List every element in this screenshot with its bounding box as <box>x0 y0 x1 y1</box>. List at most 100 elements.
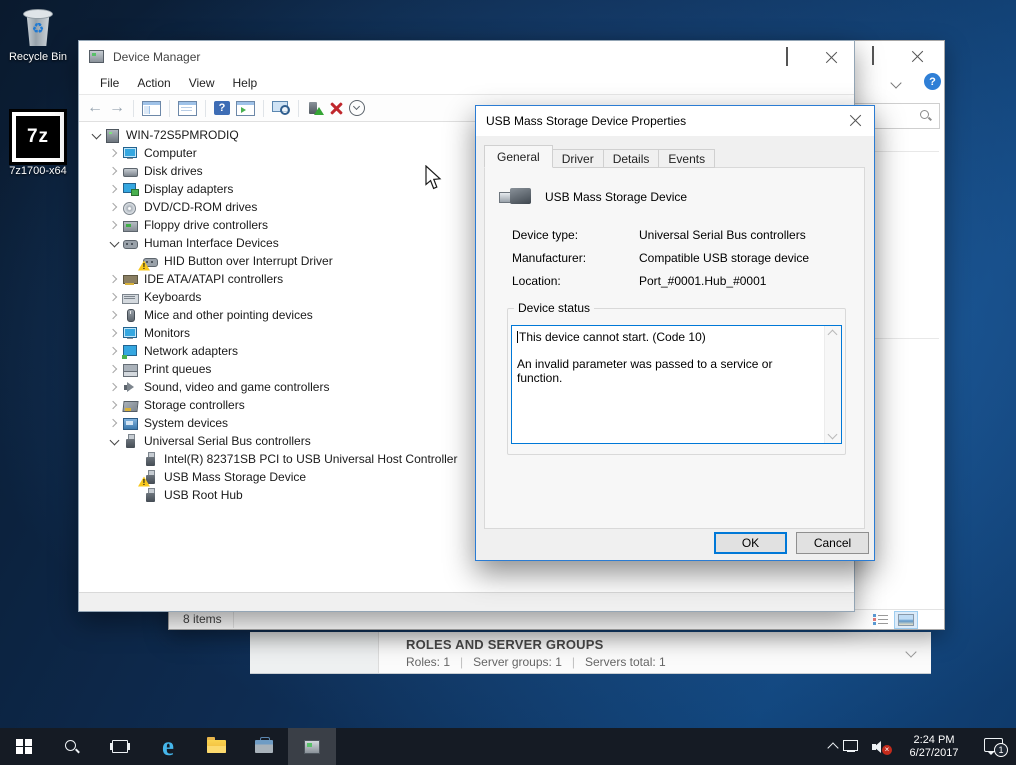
windows-logo-icon <box>16 739 32 755</box>
help-icon[interactable]: ? <box>924 73 941 90</box>
usb-device-icon <box>499 184 539 208</box>
divider <box>233 611 234 628</box>
desktop-icon-7zip-installer[interactable]: 7z 7z1700-x64 <box>6 112 70 177</box>
separator: | <box>572 655 575 669</box>
close-button[interactable] <box>809 41 854 72</box>
system-device-icon <box>122 416 139 431</box>
server-manager-button[interactable] <box>240 728 288 765</box>
expand-icon[interactable] <box>106 145 122 161</box>
roles-and-server-groups-tile: ROLES AND SERVER GROUPS Roles: 1 | Serve… <box>378 632 931 673</box>
dialog-title-bar[interactable]: USB Mass Storage Device Properties <box>476 106 874 136</box>
back-button[interactable] <box>87 100 103 116</box>
tab-events[interactable]: Events <box>658 149 715 168</box>
network-tray-button[interactable] <box>837 728 866 765</box>
task-view-button[interactable] <box>96 728 144 765</box>
desktop-icon-recycle-bin[interactable]: ♻ Recycle Bin <box>6 6 70 63</box>
action-center-button[interactable]: 1 <box>970 728 1006 765</box>
maximize-icon <box>786 48 788 66</box>
expand-icon[interactable] <box>106 271 122 287</box>
maximize-button[interactable] <box>764 41 809 72</box>
expand-icon[interactable] <box>106 199 122 215</box>
minimize-button[interactable] <box>719 41 764 72</box>
tab-driver[interactable]: Driver <box>552 149 604 168</box>
internet-explorer-button[interactable]: e <box>144 728 192 765</box>
ok-button[interactable]: OK <box>714 532 787 554</box>
collapse-icon[interactable] <box>106 433 122 449</box>
expand-icon[interactable] <box>106 307 122 323</box>
uninstall-device-button[interactable] <box>329 101 343 115</box>
menu-help[interactable]: Help <box>224 76 267 90</box>
cancel-button[interactable]: Cancel <box>796 532 869 554</box>
show-hidden-icons-button[interactable] <box>829 728 837 765</box>
expand-icon[interactable] <box>106 181 122 197</box>
dvd-drive-icon <box>122 200 139 215</box>
menu-bar: File Action View Help <box>79 72 854 95</box>
update-driver-button[interactable] <box>307 101 323 115</box>
divider <box>133 100 134 117</box>
disable-device-button[interactable] <box>349 100 365 116</box>
computer-icon <box>104 128 121 143</box>
expand-icon[interactable] <box>106 379 122 395</box>
show-console-tree-button[interactable] <box>142 101 161 116</box>
close-button[interactable] <box>895 43 940 69</box>
scroll-up-icon[interactable] <box>828 330 838 340</box>
search-icon <box>919 109 931 121</box>
ribbon-collapse-chevron-icon[interactable] <box>890 77 901 88</box>
properties-button[interactable] <box>178 101 197 116</box>
warning-badge-icon <box>138 261 150 271</box>
expand-icon[interactable] <box>106 361 122 377</box>
tab-details[interactable]: Details <box>603 149 660 168</box>
collapse-icon[interactable] <box>88 127 104 143</box>
stat-roles: Roles: 1 <box>406 655 450 669</box>
taskbar-clock[interactable]: 2:24 PM 6/27/2017 <box>906 734 962 760</box>
folder-icon <box>207 740 226 754</box>
expand-icon[interactable] <box>106 397 122 413</box>
menu-view[interactable]: View <box>180 76 224 90</box>
details-view-icon[interactable] <box>873 613 888 625</box>
scrollbar[interactable] <box>824 326 841 443</box>
volume-muted-icon: × <box>872 739 892 755</box>
help-button[interactable] <box>214 101 230 115</box>
menu-file[interactable]: File <box>91 76 128 90</box>
stat-server-groups: Server groups: 1 <box>473 655 562 669</box>
expand-icon[interactable] <box>106 289 122 305</box>
collapse-icon[interactable] <box>106 235 122 251</box>
server-manager-icon <box>255 740 273 754</box>
forward-button[interactable] <box>109 100 125 116</box>
expand-icon[interactable] <box>106 217 122 233</box>
large-icons-view-icon[interactable] <box>894 611 918 629</box>
title-bar[interactable]: Device Manager <box>79 41 854 72</box>
desktop-icon-label: 7z1700-x64 <box>6 165 70 177</box>
action-pane-button[interactable] <box>236 101 255 116</box>
network-icon <box>843 740 860 754</box>
volume-tray-button[interactable]: × <box>866 728 898 765</box>
warning-badge-icon <box>138 477 150 487</box>
scan-for-hardware-changes-button[interactable] <box>272 101 290 115</box>
taskbar: e × 2:24 PM 6/27/2017 1 <box>0 728 1016 765</box>
device-manager-taskbar-button[interactable] <box>288 728 336 765</box>
divider <box>263 100 264 117</box>
scroll-down-icon[interactable] <box>828 430 838 440</box>
roles-header: ROLES AND SERVER GROUPS <box>406 637 931 652</box>
close-button[interactable] <box>838 108 872 132</box>
device-status-textbox[interactable]: This device cannot start. (Code 10) An i… <box>511 325 842 444</box>
expand-icon[interactable] <box>106 163 122 179</box>
device-manager-icon <box>303 739 321 754</box>
computer-category-icon <box>122 146 139 161</box>
menu-action[interactable]: Action <box>128 76 179 90</box>
expand-icon[interactable] <box>106 325 122 341</box>
taskbar-search-button[interactable] <box>48 728 96 765</box>
mouse-cursor <box>424 165 442 191</box>
start-button[interactable] <box>0 728 48 765</box>
disk-drive-icon <box>122 164 139 179</box>
expand-icon[interactable] <box>106 415 122 431</box>
expand-icon[interactable] <box>106 343 122 359</box>
maximize-button[interactable] <box>850 43 895 69</box>
tab-general[interactable]: General <box>484 145 553 168</box>
divider <box>298 100 299 117</box>
ide-controller-icon <box>122 272 139 287</box>
file-explorer-button[interactable] <box>192 728 240 765</box>
status-strip <box>79 592 854 611</box>
general-tab-page: USB Mass Storage Device Device type: Uni… <box>484 167 865 529</box>
floppy-controller-icon <box>122 218 139 233</box>
